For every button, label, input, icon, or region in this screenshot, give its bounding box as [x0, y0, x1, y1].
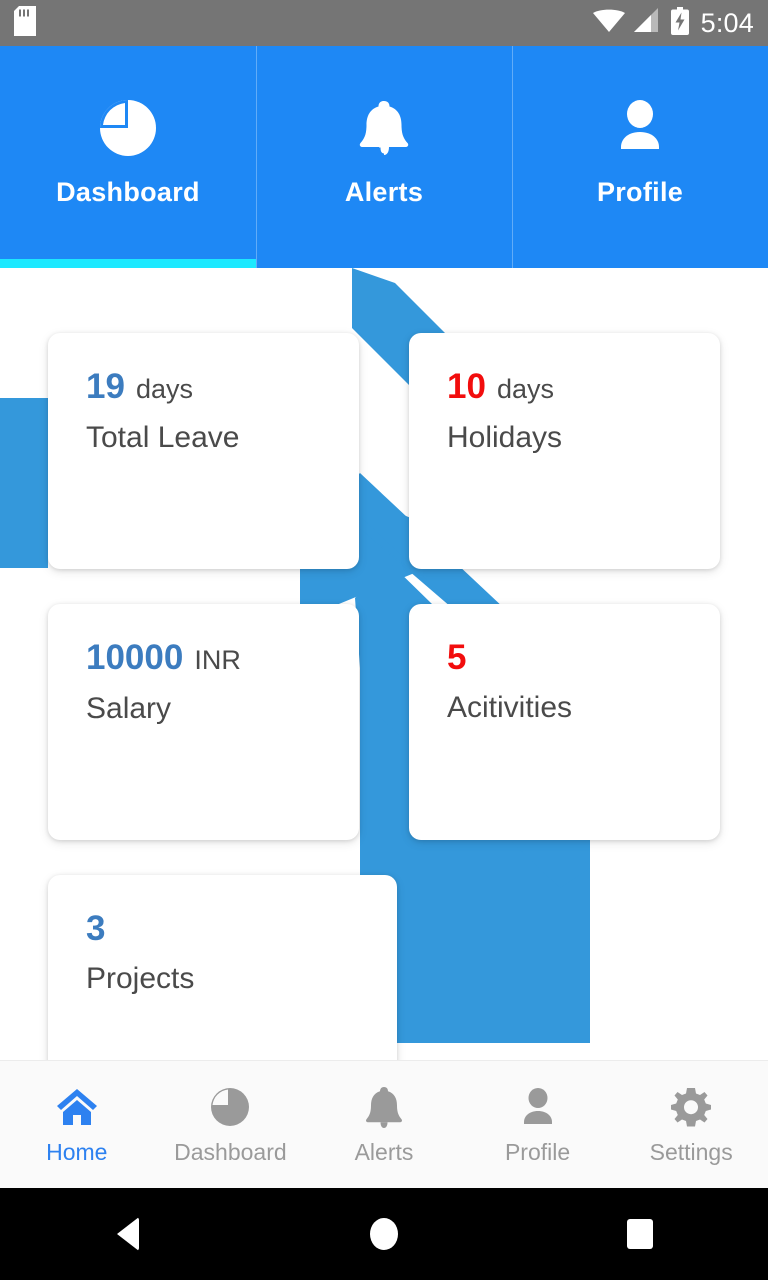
tab-dashboard[interactable]: Dashboard	[0, 46, 256, 268]
stat-label: Projects	[86, 962, 195, 995]
status-bar-left	[14, 5, 36, 41]
bottom-nav-dashboard[interactable]: Dashboard	[154, 1084, 308, 1166]
stat-metric: 19 days	[86, 369, 321, 405]
person-icon	[611, 93, 669, 163]
stat-label: Total Leave	[86, 421, 240, 454]
stat-value: 19	[86, 367, 125, 406]
tab-profile-label: Profile	[596, 176, 684, 207]
stat-metric: 10 days	[447, 369, 682, 405]
bell-icon	[364, 1084, 404, 1130]
stat-card-activities[interactable]: 5 Acitivities	[409, 604, 720, 840]
pie-chart-icon	[209, 1084, 251, 1130]
stat-metric: 3	[86, 911, 359, 946]
stat-cards-container: 19 days Total Leave 10 days Holidays 100…	[0, 268, 768, 1060]
system-back-button[interactable]	[0, 1217, 256, 1251]
battery-charging-icon	[670, 6, 689, 40]
stat-label: Holidays	[447, 421, 563, 454]
dashboard-content: 19 days Total Leave 10 days Holidays 100…	[0, 268, 768, 1060]
bottom-navigation-bar: Home Dashboard Alerts Profile Settings	[0, 1060, 768, 1188]
tab-alerts-label: Alerts	[344, 176, 424, 207]
back-triangle-icon	[117, 1217, 139, 1251]
stat-value: 10000	[86, 638, 184, 677]
bottom-nav-alerts[interactable]: Alerts	[307, 1084, 461, 1166]
android-system-navigation	[0, 1188, 768, 1280]
stat-unit: days	[496, 374, 554, 404]
home-icon	[54, 1084, 100, 1130]
bottom-nav-profile-label: Profile	[504, 1138, 571, 1165]
bottom-nav-home-label: Home	[46, 1138, 108, 1165]
bell-icon	[355, 93, 413, 163]
stat-card-salary[interactable]: 10000 INR Salary	[48, 604, 359, 840]
recents-square-icon	[627, 1219, 653, 1249]
bottom-nav-home[interactable]: Home	[0, 1084, 154, 1166]
system-recents-button[interactable]	[512, 1219, 768, 1249]
gear-icon	[670, 1084, 712, 1130]
stat-card-total-leave[interactable]: 19 days Total Leave	[48, 333, 359, 569]
status-bar: 5:04	[0, 0, 768, 46]
bottom-nav-dashboard-label: Dashboard	[174, 1138, 287, 1165]
tab-alerts[interactable]: Alerts	[256, 46, 512, 268]
stat-value: 3	[86, 909, 106, 948]
bottom-nav-profile[interactable]: Profile	[461, 1084, 615, 1166]
stat-metric: 5	[447, 640, 682, 675]
stat-card-projects[interactable]: 3 Projects	[48, 875, 397, 1060]
stat-card-row-2: 10000 INR Salary 5 Acitivities	[48, 604, 720, 840]
tab-dashboard-label: Dashboard	[56, 176, 200, 207]
wifi-icon	[592, 8, 625, 39]
stat-card-row-3-spacer	[447, 875, 720, 1060]
status-bar-clock: 5:04	[700, 7, 754, 38]
person-icon	[518, 1084, 558, 1130]
status-bar-right: 5:04	[592, 6, 754, 40]
stat-value: 5	[447, 638, 467, 677]
stat-unit: days	[135, 374, 193, 404]
stat-label: Salary	[86, 692, 172, 725]
top-tab-bar: Dashboard Alerts Profile	[0, 46, 768, 268]
app-root: 5:04 Dashboard Alerts Profile 19 days To…	[0, 0, 768, 1280]
bottom-nav-alerts-label: Alerts	[354, 1138, 414, 1165]
stat-card-row-3: 3 Projects	[48, 875, 720, 1060]
stat-metric: 10000 INR	[86, 640, 321, 676]
active-tab-indicator	[0, 259, 256, 268]
home-circle-icon	[370, 1218, 398, 1250]
bottom-nav-settings[interactable]: Settings	[614, 1084, 768, 1166]
system-home-button[interactable]	[256, 1218, 512, 1250]
stat-unit: INR	[194, 645, 241, 675]
pie-chart-icon	[97, 93, 159, 163]
bottom-nav-settings-label: Settings	[649, 1138, 733, 1165]
stat-value: 10	[447, 367, 486, 406]
stat-card-row-1: 19 days Total Leave 10 days Holidays	[48, 333, 720, 569]
cellular-signal-icon	[633, 7, 662, 39]
tab-profile[interactable]: Profile	[512, 46, 768, 268]
stat-label: Acitivities	[447, 691, 573, 724]
sd-card-icon	[14, 5, 36, 41]
stat-card-holidays[interactable]: 10 days Holidays	[409, 333, 720, 569]
